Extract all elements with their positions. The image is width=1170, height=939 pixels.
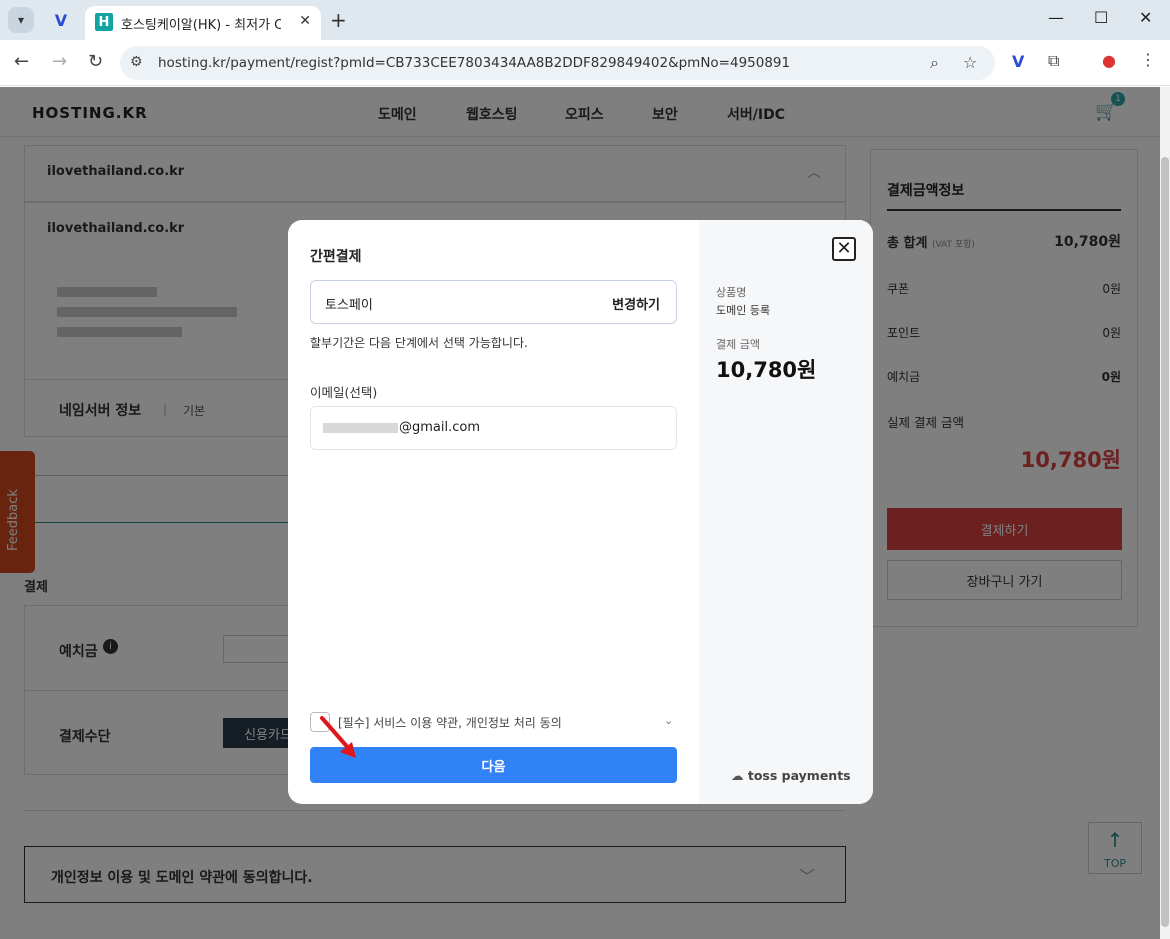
email-input[interactable]: @gmail.com <box>310 406 677 450</box>
forward-icon[interactable]: → <box>52 51 67 72</box>
scrollbar-thumb[interactable] <box>1161 157 1169 927</box>
extensions-icon[interactable]: ⧉ <box>1048 51 1059 71</box>
payment-method-value: 토스페이 <box>325 298 373 313</box>
toss-brand-text: toss payments <box>747 768 851 783</box>
minimize-icon[interactable]: — <box>1048 8 1064 27</box>
modal-summary-side: ✕ 상품명 도메인 등록 결제 금액 10,780원 ☁ toss paymen… <box>699 220 873 804</box>
zoom-icon[interactable]: ⌕ <box>930 53 939 73</box>
maximize-icon[interactable]: ☐ <box>1094 8 1108 27</box>
email-label: 이메일(선택) <box>310 385 378 400</box>
amount-value: 10,780원 <box>716 358 817 382</box>
payment-method-selector[interactable]: 토스페이 변경하기 <box>310 280 677 324</box>
close-icon[interactable]: ✕ <box>832 237 856 261</box>
site-favicon-icon: H <box>95 13 113 31</box>
blurred-email-prefix <box>323 423 398 433</box>
bookmark-star-icon[interactable]: ☆ <box>963 53 977 72</box>
installment-note: 할부기간은 다음 단계에서 선택 가능합니다. <box>310 336 528 350</box>
toss-payment-modal: 간편결제 토스페이 변경하기 할부기간은 다음 단계에서 선택 가능합니다. 이… <box>288 220 873 804</box>
change-method-button[interactable]: 변경하기 <box>612 294 660 313</box>
tab-close-icon[interactable]: ✕ <box>299 13 311 29</box>
vpn-extension-icon[interactable]: V <box>50 9 72 31</box>
browser-toolbar: ← → ↻ ⚙ hosting.kr/payment/regist?pmId=C… <box>0 40 1170 86</box>
address-bar[interactable]: ⚙ hosting.kr/payment/regist?pmId=CB733CE… <box>120 46 995 80</box>
terms-agree-text[interactable]: [필수] 서비스 이용 약관, 개인정보 처리 동의 <box>338 714 562 731</box>
profile-icon[interactable]: ● <box>1102 51 1116 70</box>
red-arrow-icon <box>320 716 356 758</box>
close-window-icon[interactable]: ✕ <box>1139 8 1152 27</box>
modal-title: 간편결제 <box>310 249 362 265</box>
site-settings-icon[interactable]: ⚙ <box>130 54 143 70</box>
page: HOSTING.KR 도메인 웹호스팅 오피스 보안 서버/IDC 🛒 1 il… <box>0 87 1170 939</box>
product-label: 상품명 <box>716 286 747 299</box>
product-value: 도메인 등록 <box>716 304 771 317</box>
chevron-down-icon[interactable]: ⌄ <box>664 714 673 727</box>
back-icon[interactable]: ← <box>14 51 29 72</box>
new-tab-icon[interactable]: + <box>330 8 347 32</box>
menu-dots-icon[interactable]: ⋮ <box>1140 50 1156 69</box>
toss-payments-logo: ☁ toss payments <box>731 768 851 783</box>
reload-icon[interactable]: ↻ <box>88 51 103 72</box>
tab-search-chevron-icon[interactable]: ▾ <box>8 7 34 33</box>
browser-tabbar: ▾ V H 호스팅케이알(HK) - 최저가 CO ✕ + — ☐ ✕ <box>0 0 1170 40</box>
url-text[interactable]: hosting.kr/payment/regist?pmId=CB733CEE7… <box>158 55 790 71</box>
browser-tab[interactable]: H 호스팅케이알(HK) - 최저가 CO ✕ <box>85 6 321 40</box>
vpn-toolbar-icon[interactable]: V <box>1012 52 1024 71</box>
toss-logo-icon: ☁ <box>731 768 744 783</box>
email-suffix: @gmail.com <box>399 420 481 435</box>
amount-label: 결제 금액 <box>716 338 760 351</box>
tab-title: 호스팅케이알(HK) - 최저가 CO <box>121 18 281 33</box>
